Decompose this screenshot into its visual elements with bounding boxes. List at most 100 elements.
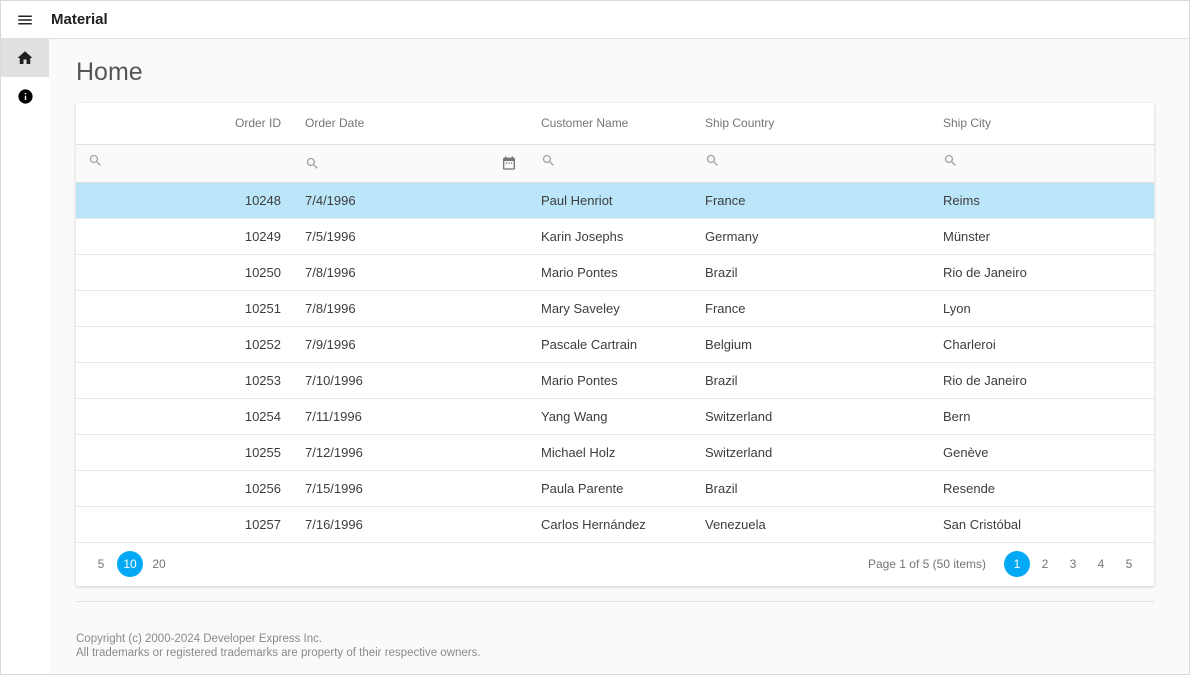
home-icon [16,49,34,67]
page-number-chip[interactable]: 4 [1088,551,1114,577]
customer-name-cell: Michael Holz [529,434,693,470]
customer-name-cell: Mary Saveley [529,290,693,326]
page-number-chip[interactable]: 3 [1060,551,1086,577]
customer-name-cell: Mario Pontes [529,254,693,290]
orders-table: Order ID Order Date Customer Name Ship C… [76,103,1154,543]
ship-city-cell: Reims [931,182,1154,218]
ship-country-cell: Belgium [693,326,931,362]
search-icon [705,153,720,168]
table-row[interactable]: 10254 7/11/1996 Yang Wang Switzerland Be… [76,398,1154,434]
ship-city-cell: San Cristóbal [931,506,1154,542]
page-number-chip[interactable]: 1 [1004,551,1030,577]
page-size-chip[interactable]: 5 [88,551,114,577]
page-size-chip[interactable]: 20 [146,551,172,577]
ship-country-cell: Switzerland [693,434,931,470]
table-row[interactable]: 10253 7/10/1996 Mario Pontes Brazil Rio … [76,362,1154,398]
table-row[interactable]: 10251 7/8/1996 Mary Saveley France Lyon [76,290,1154,326]
order-date-cell: 7/15/1996 [293,470,529,506]
search-icon [541,153,556,168]
order-id-cell: 10252 [76,326,293,362]
customer-name-cell: Pascale Cartrain [529,326,693,362]
ship-city-cell: Resende [931,470,1154,506]
order-date-cell: 7/16/1996 [293,506,529,542]
ship-country-cell: France [693,290,931,326]
calendar-picker-button[interactable] [501,155,517,171]
ship-city-cell: Lyon [931,290,1154,326]
customer-name-cell: Paul Henriot [529,182,693,218]
order-date-cell: 7/8/1996 [293,290,529,326]
table-row[interactable]: 10250 7/8/1996 Mario Pontes Brazil Rio d… [76,254,1154,290]
column-header-order-date[interactable]: Order Date [293,103,529,144]
ship-country-cell: Switzerland [693,398,931,434]
content-area: Home Order ID Order Date Customer Name S… [49,39,1189,674]
filter-input-customer-name[interactable] [529,144,693,182]
order-date-cell: 7/12/1996 [293,434,529,470]
sidebar [1,39,49,674]
main-layout: Home Order ID Order Date Customer Name S… [1,39,1189,674]
table-row[interactable]: 10255 7/12/1996 Michael Holz Switzerland… [76,434,1154,470]
order-id-cell: 10251 [76,290,293,326]
ship-city-cell: Münster [931,218,1154,254]
grid-header-row: Order ID Order Date Customer Name Ship C… [76,103,1154,144]
order-date-cell: 7/5/1996 [293,218,529,254]
ship-country-cell: Venezuela [693,506,931,542]
calendar-icon [501,155,517,171]
grid-filter-row [76,144,1154,182]
sidebar-item-home[interactable] [1,39,49,77]
app-window: Material Home [0,0,1190,675]
search-icon [943,153,958,168]
filter-input-ship-city[interactable] [931,144,1154,182]
order-id-cell: 10253 [76,362,293,398]
app-title: Material [51,11,108,28]
customer-name-cell: Mario Pontes [529,362,693,398]
hamburger-menu-icon [16,11,34,29]
page-number-chip[interactable]: 5 [1116,551,1142,577]
table-row[interactable]: 10257 7/16/1996 Carlos Hernández Venezue… [76,506,1154,542]
filter-input-ship-country[interactable] [693,144,931,182]
column-header-order-id[interactable]: Order ID [76,103,293,144]
search-icon [305,156,320,171]
ship-city-cell: Rio de Janeiro [931,362,1154,398]
copyright-line: Copyright (c) 2000-2024 Developer Expres… [76,632,1154,646]
search-icon [88,153,103,168]
sidebar-item-about[interactable] [1,77,49,115]
order-id-cell: 10255 [76,434,293,470]
order-date-cell: 7/8/1996 [293,254,529,290]
column-header-ship-country[interactable]: Ship Country [693,103,931,144]
filter-input-order-date[interactable] [293,144,529,182]
ship-country-cell: France [693,182,931,218]
page-size-chip[interactable]: 10 [117,551,143,577]
customer-name-cell: Carlos Hernández [529,506,693,542]
ship-country-cell: Brazil [693,362,931,398]
filter-input-order-id[interactable] [76,144,293,182]
table-row[interactable]: 10248 7/4/1996 Paul Henriot France Reims [76,182,1154,218]
hamburger-menu-button[interactable] [14,9,36,31]
order-date-cell: 7/11/1996 [293,398,529,434]
order-id-cell: 10250 [76,254,293,290]
order-id-cell: 10248 [76,182,293,218]
column-header-customer-name[interactable]: Customer Name [529,103,693,144]
pager-info: Page 1 of 5 (50 items) [868,557,986,571]
ship-city-cell: Genève [931,434,1154,470]
customer-name-cell: Paula Parente [529,470,693,506]
app-header: Material [1,1,1189,39]
order-id-cell: 10254 [76,398,293,434]
table-row[interactable]: 10252 7/9/1996 Pascale Cartrain Belgium … [76,326,1154,362]
column-header-ship-city[interactable]: Ship City [931,103,1154,144]
order-id-cell: 10256 [76,470,293,506]
page-footer: Copyright (c) 2000-2024 Developer Expres… [76,601,1154,660]
order-id-cell: 10257 [76,506,293,542]
ship-city-cell: Rio de Janeiro [931,254,1154,290]
page-number-chip[interactable]: 2 [1032,551,1058,577]
table-row[interactable]: 10249 7/5/1996 Karin Josephs Germany Mün… [76,218,1154,254]
customer-name-cell: Yang Wang [529,398,693,434]
table-row[interactable]: 10256 7/15/1996 Paula Parente Brazil Res… [76,470,1154,506]
customer-name-cell: Karin Josephs [529,218,693,254]
order-date-cell: 7/9/1996 [293,326,529,362]
order-date-cell: 7/10/1996 [293,362,529,398]
ship-country-cell: Germany [693,218,931,254]
order-id-cell: 10249 [76,218,293,254]
grid-body: 10248 7/4/1996 Paul Henriot France Reims… [76,182,1154,542]
ship-city-cell: Bern [931,398,1154,434]
data-grid: Order ID Order Date Customer Name Ship C… [76,103,1154,586]
